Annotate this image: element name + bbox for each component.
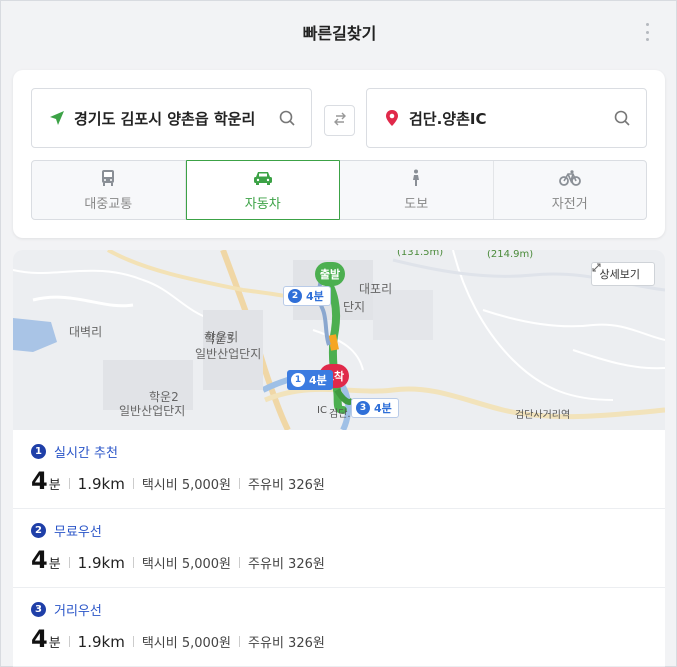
badge-label: 4분 [309, 374, 327, 387]
map-label-ic: IC [317, 405, 327, 416]
divider [68, 636, 70, 647]
map-route-badge-2[interactable]: 2 4분 [283, 286, 331, 306]
map-detail-button[interactable]: 상세보기 [590, 262, 655, 286]
divider [132, 557, 134, 568]
map-route-badge-1[interactable]: 1 4분 [287, 370, 333, 390]
route-number-badge: 3 [31, 602, 46, 617]
search-card: 경기도 김포시 양촌읍 학운리 검단.양촌IC 대중교통 자동차 도보 자전거 [13, 70, 665, 238]
tab-car[interactable]: 자동차 [185, 160, 340, 220]
bus-icon [97, 168, 119, 188]
route-option-3[interactable]: 3 거리우선 4 분 1.9km 택시비 5,000원 주유비 326원 [13, 588, 665, 667]
route-time-unit: 분 [48, 557, 61, 572]
detail-label: 상세보기 [599, 268, 640, 281]
walk-icon [405, 168, 427, 188]
badge-label: 4분 [306, 290, 324, 303]
panel-header: 빠른길찾기 [1, 1, 677, 63]
map-route-badge-3[interactable]: 3 4분 [351, 398, 399, 418]
destination-field[interactable]: 검단.양촌IC [366, 88, 647, 148]
badge-number: 3 [356, 401, 370, 415]
map-label-road1: (131.5m) [397, 250, 444, 258]
divider [239, 636, 241, 647]
swap-icon [332, 111, 348, 131]
navigation-arrow-icon [46, 107, 68, 129]
route-option-1[interactable]: 1 실시간 추천 4 분 1.9km 택시비 5,000원 주유비 326원 [13, 430, 665, 509]
map-label-daepo: 대포리 [359, 282, 393, 296]
route-time: 4 [31, 546, 48, 574]
map-label-dangi: 단지 [343, 300, 366, 314]
route-number-badge: 2 [31, 523, 46, 538]
map-label-hakun3-sub: 일반산업단지 [195, 347, 262, 361]
transport-mode-tabs: 대중교통 자동차 도보 자전거 [31, 160, 647, 220]
route-distance: 1.9km [77, 554, 125, 572]
divider [68, 557, 70, 568]
route-time: 4 [31, 625, 48, 653]
route-number-badge: 1 [31, 444, 46, 459]
tab-walk[interactable]: 도보 [340, 161, 494, 219]
route-fuel-cost: 주유비 326원 [248, 478, 325, 493]
badge-number: 1 [291, 373, 305, 387]
start-marker-label: 출발 [319, 268, 341, 281]
route-taxi-fare: 택시비 5,000원 [141, 636, 232, 651]
swap-button[interactable] [324, 105, 355, 136]
route-fuel-cost: 주유비 326원 [248, 557, 325, 572]
tab-bicycle[interactable]: 자전거 [494, 161, 647, 219]
car-icon [252, 168, 274, 188]
origin-search-icon[interactable] [277, 108, 297, 128]
location-pin-icon [381, 107, 403, 129]
tab-label: 도보 [404, 197, 429, 212]
route-option-2[interactable]: 2 무료우선 4 분 1.9km 택시비 5,000원 주유비 326원 [13, 509, 665, 588]
route-finder-panel: 빠른길찾기 경기도 김포시 양촌읍 학운리 검단.양촌IC 대중교통 자동차 도… [0, 0, 677, 667]
divider [239, 478, 241, 489]
route-taxi-fare: 택시비 5,000원 [141, 557, 232, 572]
map-label-daebyeok: 대벽리 [69, 325, 103, 339]
bicycle-icon [558, 168, 581, 188]
route-distance: 1.9km [77, 633, 125, 651]
route-map[interactable]: 대벽리 학운리 학운3 일반산업단지 학운2 일반산업단지 대포리 단지 IC … [13, 250, 665, 430]
route-results-card: 대벽리 학운리 학운3 일반산업단지 학운2 일반산업단지 대포리 단지 IC … [13, 250, 665, 667]
tab-label: 자전거 [551, 197, 588, 212]
route-name: 실시간 추천 [54, 446, 118, 461]
route-taxi-fare: 택시비 5,000원 [141, 478, 232, 493]
page-title: 빠른길찾기 [302, 24, 377, 43]
destination-value[interactable]: 검단.양촌IC [409, 108, 612, 129]
divider [68, 478, 70, 489]
start-marker[interactable]: 출발 [315, 262, 345, 286]
more-options-icon[interactable] [644, 23, 650, 41]
route-fuel-cost: 주유비 326원 [248, 636, 325, 651]
map-label-geomdan: 검단. [329, 409, 351, 420]
divider [132, 636, 134, 647]
destination-search-icon[interactable] [612, 108, 632, 128]
route-time-unit: 분 [48, 636, 61, 651]
tab-public-transit[interactable]: 대중교통 [32, 161, 186, 219]
map-label-geomdan-station: 검단사거리역 [515, 410, 571, 421]
route-list: 1 실시간 추천 4 분 1.9km 택시비 5,000원 주유비 326원 2 [13, 430, 665, 667]
map-label-hakun2-sub: 일반산업단지 [119, 404, 186, 418]
route-name: 거리우선 [54, 604, 102, 619]
badge-label: 4분 [374, 402, 392, 415]
route-time-unit: 분 [48, 478, 61, 493]
origin-value[interactable]: 경기도 김포시 양촌읍 학운리 [74, 108, 277, 129]
route-time: 4 [31, 467, 48, 495]
origin-field[interactable]: 경기도 김포시 양촌읍 학운리 [31, 88, 312, 148]
route-distance: 1.9km [77, 475, 125, 493]
tab-label: 대중교통 [84, 197, 133, 212]
divider [132, 478, 134, 489]
route-name: 무료우선 [54, 525, 102, 540]
tab-label: 자동차 [244, 197, 281, 212]
divider [239, 557, 241, 568]
map-label-road2: (214.9m) [487, 250, 534, 260]
badge-number: 2 [288, 289, 302, 303]
